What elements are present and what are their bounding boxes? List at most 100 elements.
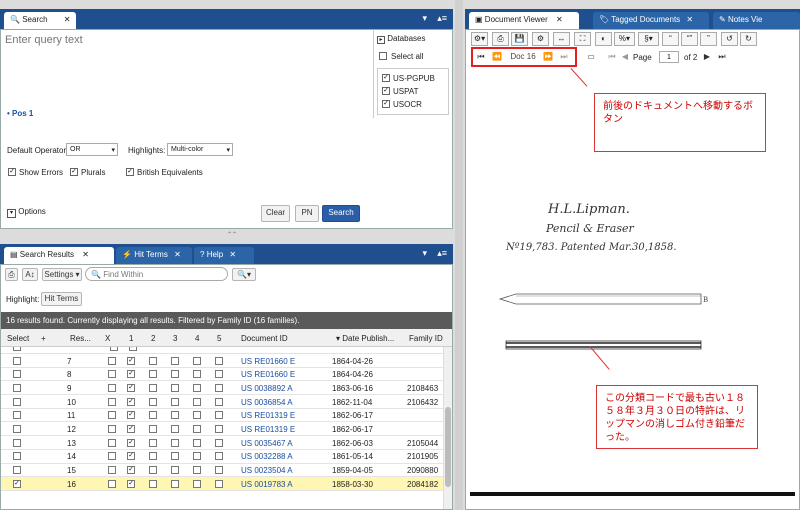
rotate-left-icon[interactable]: ↺ <box>721 32 738 46</box>
col-select[interactable]: Select <box>7 334 29 343</box>
col-document-id[interactable]: Document ID <box>241 334 288 343</box>
table-row[interactable]: 10 ✓ US 0036854 A 1862-11-04 2106432 <box>1 395 443 409</box>
contrast-icon[interactable]: ◐ <box>595 32 612 46</box>
row-col3-checkbox[interactable] <box>171 438 179 447</box>
table-row[interactable]: 12 ✓ US RE01319 E 1862-06-17 <box>1 422 443 437</box>
row-col3-checkbox[interactable] <box>171 356 179 365</box>
tab-search[interactable]: 🔍 Search ✕ <box>4 12 76 29</box>
hit-terms-button[interactable]: Hit Terms <box>41 292 82 306</box>
row-col1-checkbox[interactable]: ✓ <box>127 466 135 474</box>
first-document-button[interactable]: ⏮ <box>474 50 488 64</box>
row-col4-checkbox[interactable] <box>193 479 201 488</box>
row-col5-checkbox[interactable] <box>215 452 223 461</box>
row-col5-checkbox[interactable] <box>215 411 223 420</box>
row-x-checkbox[interactable] <box>108 356 116 365</box>
row-col3-checkbox[interactable] <box>171 424 179 433</box>
quote-double-icon[interactable]: “” <box>681 32 698 46</box>
table-row[interactable]: 7 ✓ US RE01660 E 1864-04-26 <box>1 354 443 368</box>
col-2[interactable]: 2 <box>151 334 155 343</box>
row-document-id[interactable]: US 0036854 A <box>241 398 293 407</box>
pos-label[interactable]: • Pos 1 <box>7 109 33 118</box>
fullscreen-icon[interactable]: ⛶ <box>574 32 591 46</box>
row-select-checkbox[interactable]: ✓ <box>13 479 21 488</box>
row-select-checkbox[interactable] <box>13 370 21 379</box>
gear-icon[interactable]: ⚙ <box>532 32 549 46</box>
row-col4-checkbox[interactable] <box>193 397 201 406</box>
row-document-id[interactable]: US 0035467 A <box>241 439 293 448</box>
table-row[interactable]: 15 ✓ US 0023504 A 1859-04-05 2090880 <box>1 464 443 478</box>
row-select-checkbox[interactable] <box>13 411 21 420</box>
table-row[interactable]: 13 ✓ US 0035467 A 1862-06-03 2105044 <box>1 436 443 450</box>
row-x-checkbox[interactable] <box>108 438 116 447</box>
row-col3-checkbox[interactable] <box>171 397 179 406</box>
col-family-id[interactable]: Family ID <box>409 334 443 343</box>
table-row[interactable]: 11 ✓ US RE01319 E 1862-06-17 <box>1 409 443 423</box>
row-col1-checkbox[interactable]: ✓ <box>127 397 135 406</box>
dropdown-icon[interactable]: ▾ <box>422 13 427 24</box>
row-document-id[interactable]: US RE01319 E <box>241 425 295 434</box>
row-col5-checkbox[interactable] <box>215 438 223 447</box>
row-select-checkbox[interactable] <box>13 383 21 392</box>
rotate-right-icon[interactable]: ↻ <box>740 32 757 46</box>
row-col2-checkbox[interactable] <box>149 397 157 406</box>
row-x-checkbox[interactable] <box>108 411 116 420</box>
query-input[interactable] <box>5 34 365 94</box>
table-row[interactable]: 9 ✓ US 0038892 A 1863-06-16 2108463 <box>1 381 443 396</box>
row-col5-checkbox[interactable] <box>215 356 223 365</box>
zoom-percent-icon[interactable]: %▾ <box>614 32 635 46</box>
row-col2-checkbox[interactable] <box>149 370 157 379</box>
next-document-button[interactable]: ⏩ <box>541 50 555 64</box>
row-document-id[interactable]: US RE01660 E <box>241 370 295 379</box>
previous-page-button[interactable]: ◀ <box>620 50 630 64</box>
close-icon[interactable]: ✕ <box>64 15 71 24</box>
row-col3-checkbox[interactable] <box>171 383 179 392</box>
row-col2-checkbox[interactable] <box>149 452 157 461</box>
close-icon[interactable]: ✕ <box>556 15 563 24</box>
row-document-id[interactable]: US 0023504 A <box>241 466 293 475</box>
row-col5-checkbox[interactable] <box>215 370 223 379</box>
results-scrollbar[interactable] <box>443 347 452 509</box>
first-page-button[interactable]: ⏮ <box>606 50 618 64</box>
row-col1-checkbox[interactable]: ✓ <box>127 452 135 461</box>
row-col1-checkbox[interactable]: ✓ <box>127 356 135 365</box>
highlights-select[interactable]: Multi-color ▾ <box>167 143 233 156</box>
row-col4-checkbox[interactable] <box>193 356 201 365</box>
col-date-published[interactable]: ▾ Date Publish... <box>336 334 394 343</box>
row-col4-checkbox[interactable] <box>193 452 201 461</box>
row-x-checkbox[interactable] <box>108 383 116 392</box>
menu-icon[interactable]: ▴≡ <box>437 13 447 24</box>
row-col1-checkbox[interactable]: ✓ <box>127 411 135 420</box>
close-icon[interactable]: ✕ <box>82 250 89 259</box>
quote-open-icon[interactable]: “ <box>662 32 679 46</box>
table-row[interactable]: 14 ✓ US 0032288 A 1861-05-14 2101905 <box>1 450 443 464</box>
row-col4-checkbox[interactable] <box>193 370 201 379</box>
clear-button[interactable]: Clear <box>261 205 290 222</box>
section-icon[interactable]: §▾ <box>638 32 659 46</box>
col-expand[interactable]: + <box>41 334 46 343</box>
show-errors-checkbox[interactable]: ✓ <box>8 168 16 176</box>
row-col4-checkbox[interactable] <box>193 424 201 433</box>
row-select-checkbox[interactable] <box>13 438 21 447</box>
row-document-id[interactable]: US RE01319 E <box>241 411 295 420</box>
query-options-dropdown[interactable]: 🔍▾ <box>232 268 256 281</box>
vertical-splitter[interactable] <box>455 0 463 510</box>
page-number-input[interactable] <box>659 51 679 63</box>
splitter-handle[interactable]: ⌃⌃ <box>220 231 244 238</box>
note-icon[interactable]: ▭ <box>584 50 598 64</box>
row-col5-checkbox[interactable] <box>215 479 223 488</box>
table-row[interactable]: 8 ✓ US RE01660 E 1864-04-26 <box>1 368 443 382</box>
previous-document-button[interactable]: ⏪ <box>490 50 504 64</box>
row-col1-checkbox[interactable]: ✓ <box>127 383 135 392</box>
row-x-checkbox[interactable] <box>108 397 116 406</box>
row-col3-checkbox[interactable] <box>171 452 179 461</box>
find-within-input[interactable]: 🔍 Find Within <box>85 267 228 281</box>
close-icon[interactable]: ✕ <box>686 15 693 24</box>
tab-document-viewer[interactable]: ▣ Document Viewer ✕ <box>469 12 579 29</box>
row-select-checkbox[interactable] <box>13 424 21 433</box>
row-col5-checkbox[interactable] <box>215 383 223 392</box>
col-3[interactable]: 3 <box>173 334 177 343</box>
row-x-checkbox[interactable] <box>108 424 116 433</box>
tab-help[interactable]: ? Help ✕ <box>194 247 254 264</box>
default-operator-select[interactable]: OR ▾ <box>66 143 118 156</box>
row-col2-checkbox[interactable] <box>149 479 157 488</box>
